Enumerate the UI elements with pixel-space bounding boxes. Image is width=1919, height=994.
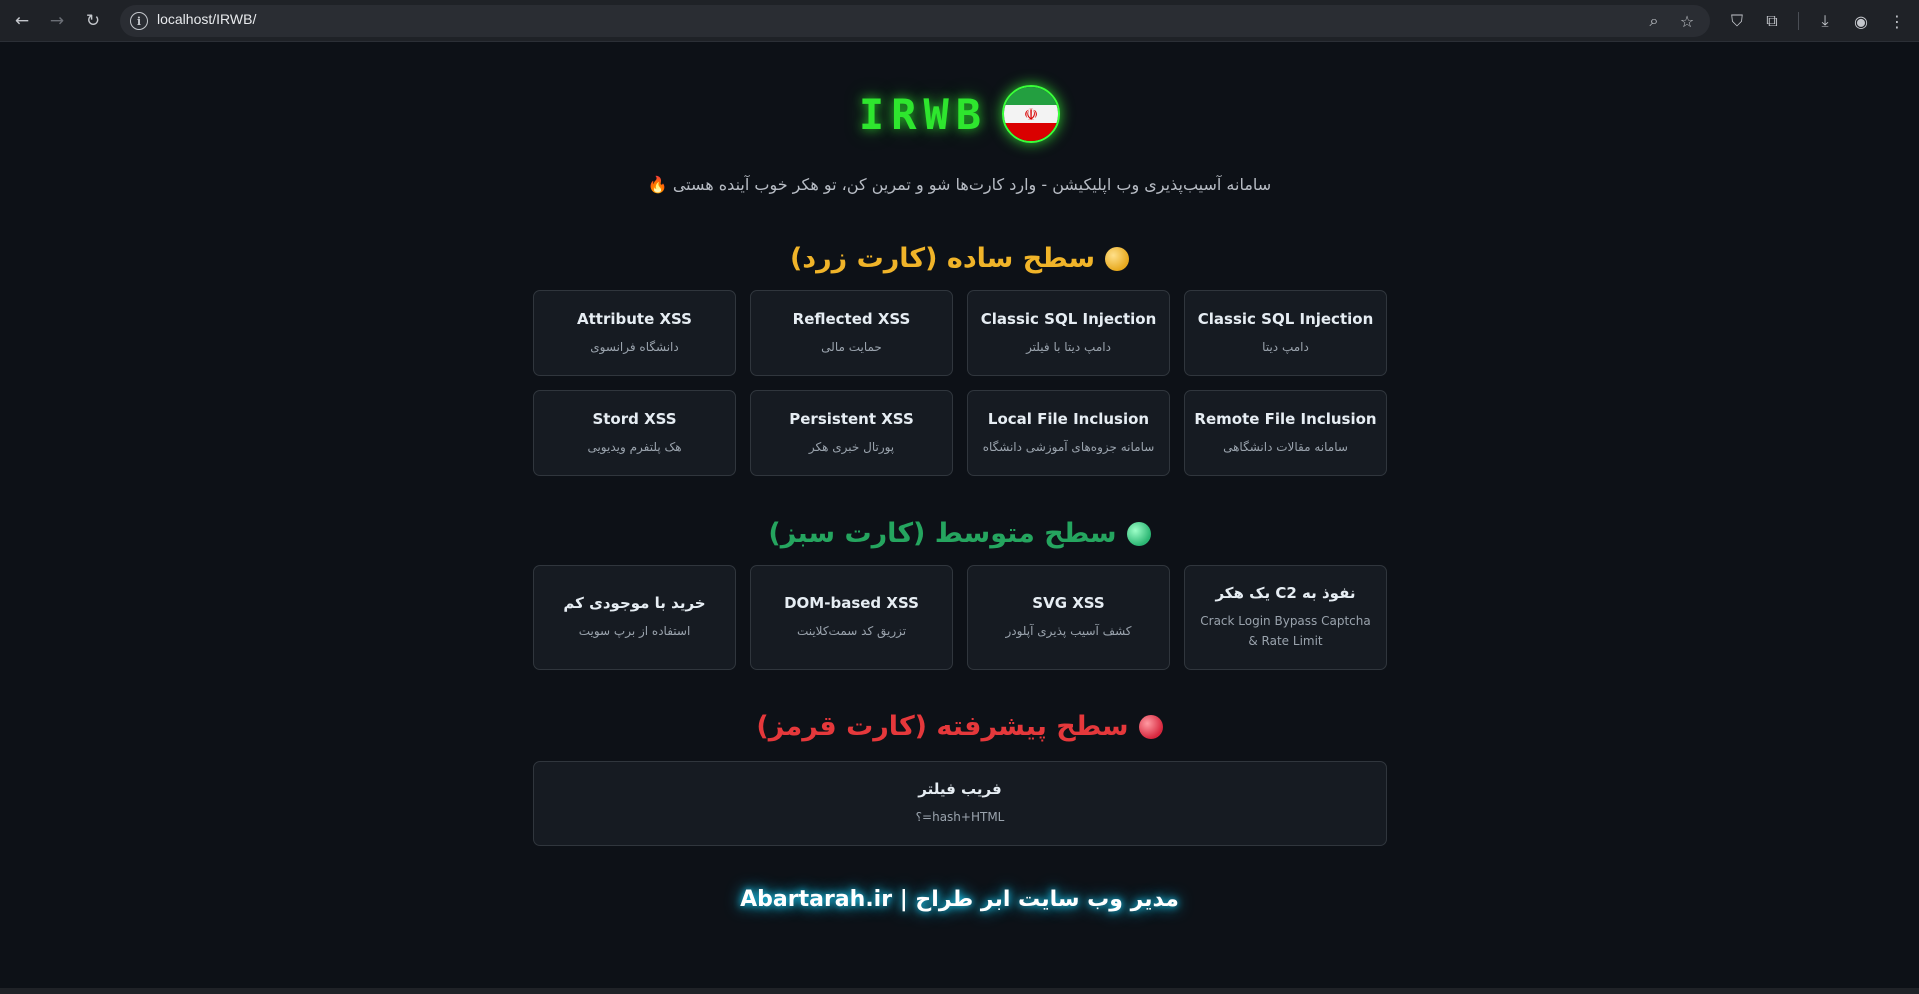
profile-avatar-icon[interactable]: ◉ — [1849, 9, 1873, 33]
download-icon[interactable]: ⤓ — [1813, 9, 1837, 33]
card-stored-xss[interactable]: Stord XSS هک پلتفرم ویدیویی — [533, 390, 736, 476]
red-circle-icon — [1138, 714, 1163, 739]
brand-title: IRWB — [858, 89, 989, 139]
url-text[interactable]: localhost/IRWB/ — [157, 11, 256, 27]
shield-extension-icon[interactable]: ⛉ — [1725, 9, 1749, 33]
section-title-easy: سطح ساده (کارت زرد) — [0, 243, 1919, 274]
card-grid-medium: نفوذ به C2 یک هکر Crack Login Bypass Capt… — [533, 565, 1387, 670]
card-remote-file-inclusion[interactable]: Remote File Inclusion سامانه مقالات دانشگ… — [1184, 390, 1387, 476]
toolbar-divider — [1798, 12, 1799, 30]
green-circle-icon — [1126, 521, 1151, 546]
card-filter-bypass[interactable]: فریب فیلتر hash+HTML=؟ — [533, 761, 1387, 846]
section-title-advanced: سطح پیشرفته (کارت قرمز) — [0, 711, 1919, 742]
card-low-balance-purchase[interactable]: خرید با موجودی کم استفاده از برپ سویت — [533, 565, 736, 670]
card-c2-hacker[interactable]: نفوذ به C2 یک هکر Crack Login Bypass Capt… — [1184, 565, 1387, 670]
menu-kebab-icon[interactable]: ⋮ — [1885, 9, 1909, 33]
site-info-icon[interactable]: i — [130, 12, 148, 30]
card-classic-sqli[interactable]: Classic SQL Injection دامپ دیتا — [1184, 290, 1387, 376]
extensions-puzzle-icon[interactable]: ⧉ — [1760, 9, 1784, 33]
brand-header: IRWB ☫ — [0, 85, 1919, 143]
card-dom-xss[interactable]: DOM-based XSS تزریق کد سمت‌کلاینت — [750, 565, 953, 670]
card-grid-easy: Classic SQL Injection دامپ دیتا Classic S… — [533, 290, 1387, 476]
forward-arrow-icon[interactable]: → — [45, 9, 69, 33]
iran-flag-icon: ☫ — [1002, 85, 1061, 143]
back-arrow-icon[interactable]: ← — [10, 9, 34, 33]
card-persistent-xss[interactable]: Persistent XSS پورتال خبری هکر — [750, 390, 953, 476]
card-grid-advanced: فریب فیلتر hash+HTML=؟ — [533, 761, 1387, 846]
bookmark-star-icon[interactable]: ☆ — [1676, 10, 1698, 32]
card-reflected-xss[interactable]: Reflected XSS حمایت مالی — [750, 290, 953, 376]
yellow-circle-icon — [1105, 246, 1130, 271]
browser-toolbar: ← → ↻ i localhost/IRWB/ ⌕ ☆ ⛉ ⧉ ⤓ ◉ ⋮ — [0, 0, 1919, 42]
zoom-icon[interactable]: ⌕ — [1643, 10, 1665, 32]
section-title-medium: سطح متوسط (کارت سبز) — [0, 518, 1919, 549]
window-bottom-edge — [0, 988, 1919, 994]
card-attribute-xss[interactable]: Attribute XSS دانشگاه فرانسوی — [533, 290, 736, 376]
card-local-file-inclusion[interactable]: Local File Inclusion سامانه جزوه‌های آموز… — [967, 390, 1170, 476]
page-subtitle: سامانه آسیب‌پذیری وب اپلیکیشن - وارد کار… — [647, 175, 1272, 194]
address-bar[interactable]: i localhost/IRWB/ ⌕ ☆ — [120, 5, 1710, 37]
card-svg-xss[interactable]: SVG XSS کشف آسیب پذیری آپلودر — [967, 565, 1170, 670]
page-content: IRWB ☫ سامانه آسیب‌پذیری وب اپلیکیشن - و… — [0, 43, 1919, 989]
reload-icon[interactable]: ↻ — [81, 9, 105, 33]
card-classic-sqli-filter[interactable]: Classic SQL Injection دامپ دیتا با فیلتر — [967, 290, 1170, 376]
footer-credit: مدیر وب سایت ابر طراح | Abartarah.ir — [740, 887, 1179, 912]
